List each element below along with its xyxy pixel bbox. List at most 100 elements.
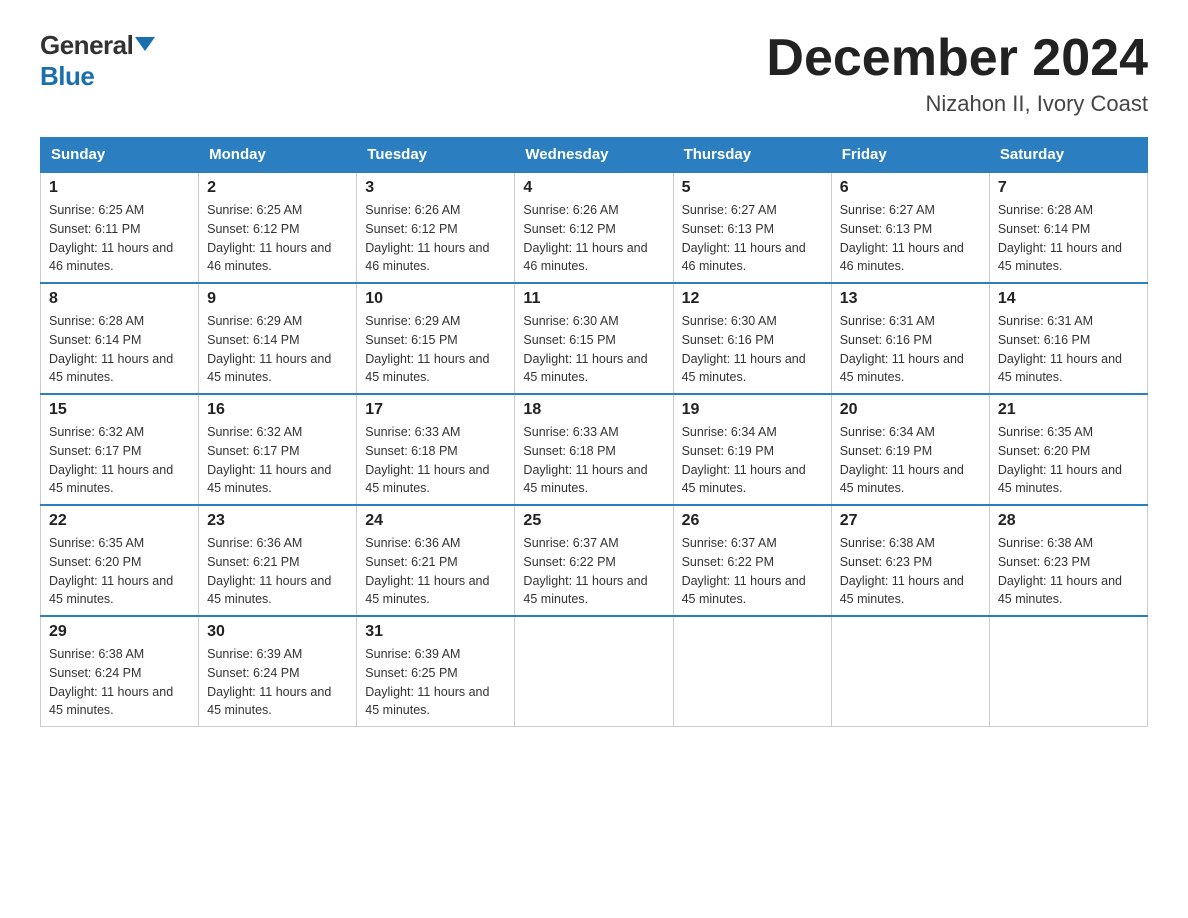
day-info: Sunrise: 6:27 AM Sunset: 6:13 PM Dayligh… [682,201,823,276]
table-row [673,616,831,727]
day-number: 11 [523,290,664,308]
col-tuesday: Tuesday [357,138,515,173]
table-row: 30 Sunrise: 6:39 AM Sunset: 6:24 PM Dayl… [199,616,357,727]
table-row: 31 Sunrise: 6:39 AM Sunset: 6:25 PM Dayl… [357,616,515,727]
day-number: 10 [365,290,506,308]
table-row: 21 Sunrise: 6:35 AM Sunset: 6:20 PM Dayl… [989,394,1147,505]
day-number: 5 [682,179,823,197]
day-number: 3 [365,179,506,197]
table-row [515,616,673,727]
day-info: Sunrise: 6:35 AM Sunset: 6:20 PM Dayligh… [998,423,1139,498]
day-info: Sunrise: 6:35 AM Sunset: 6:20 PM Dayligh… [49,534,190,609]
day-info: Sunrise: 6:25 AM Sunset: 6:12 PM Dayligh… [207,201,348,276]
logo-blue-text: Blue [40,61,94,92]
col-thursday: Thursday [673,138,831,173]
logo-triangle-icon [135,37,155,51]
col-saturday: Saturday [989,138,1147,173]
day-info: Sunrise: 6:36 AM Sunset: 6:21 PM Dayligh… [207,534,348,609]
table-row: 23 Sunrise: 6:36 AM Sunset: 6:21 PM Dayl… [199,505,357,616]
table-row: 5 Sunrise: 6:27 AM Sunset: 6:13 PM Dayli… [673,172,831,283]
day-info: Sunrise: 6:34 AM Sunset: 6:19 PM Dayligh… [840,423,981,498]
table-row: 4 Sunrise: 6:26 AM Sunset: 6:12 PM Dayli… [515,172,673,283]
day-info: Sunrise: 6:39 AM Sunset: 6:25 PM Dayligh… [365,645,506,720]
table-row: 17 Sunrise: 6:33 AM Sunset: 6:18 PM Dayl… [357,394,515,505]
table-row: 12 Sunrise: 6:30 AM Sunset: 6:16 PM Dayl… [673,283,831,394]
day-info: Sunrise: 6:32 AM Sunset: 6:17 PM Dayligh… [207,423,348,498]
col-wednesday: Wednesday [515,138,673,173]
table-row: 19 Sunrise: 6:34 AM Sunset: 6:19 PM Dayl… [673,394,831,505]
day-info: Sunrise: 6:33 AM Sunset: 6:18 PM Dayligh… [523,423,664,498]
col-monday: Monday [199,138,357,173]
day-number: 17 [365,401,506,419]
day-info: Sunrise: 6:31 AM Sunset: 6:16 PM Dayligh… [840,312,981,387]
day-info: Sunrise: 6:38 AM Sunset: 6:24 PM Dayligh… [49,645,190,720]
day-info: Sunrise: 6:38 AM Sunset: 6:23 PM Dayligh… [998,534,1139,609]
calendar-header-row: Sunday Monday Tuesday Wednesday Thursday… [41,138,1148,173]
table-row: 16 Sunrise: 6:32 AM Sunset: 6:17 PM Dayl… [199,394,357,505]
day-number: 14 [998,290,1139,308]
day-number: 9 [207,290,348,308]
day-number: 26 [682,512,823,530]
day-info: Sunrise: 6:27 AM Sunset: 6:13 PM Dayligh… [840,201,981,276]
day-number: 19 [682,401,823,419]
calendar-week-row: 1 Sunrise: 6:25 AM Sunset: 6:11 PM Dayli… [41,172,1148,283]
day-number: 13 [840,290,981,308]
day-info: Sunrise: 6:32 AM Sunset: 6:17 PM Dayligh… [49,423,190,498]
page-title: December 2024 [766,30,1148,87]
day-number: 27 [840,512,981,530]
day-number: 2 [207,179,348,197]
table-row: 15 Sunrise: 6:32 AM Sunset: 6:17 PM Dayl… [41,394,199,505]
table-row: 14 Sunrise: 6:31 AM Sunset: 6:16 PM Dayl… [989,283,1147,394]
day-number: 30 [207,623,348,641]
calendar-week-row: 29 Sunrise: 6:38 AM Sunset: 6:24 PM Dayl… [41,616,1148,727]
table-row: 24 Sunrise: 6:36 AM Sunset: 6:21 PM Dayl… [357,505,515,616]
table-row: 29 Sunrise: 6:38 AM Sunset: 6:24 PM Dayl… [41,616,199,727]
table-row: 20 Sunrise: 6:34 AM Sunset: 6:19 PM Dayl… [831,394,989,505]
table-row: 13 Sunrise: 6:31 AM Sunset: 6:16 PM Dayl… [831,283,989,394]
day-info: Sunrise: 6:29 AM Sunset: 6:14 PM Dayligh… [207,312,348,387]
table-row: 10 Sunrise: 6:29 AM Sunset: 6:15 PM Dayl… [357,283,515,394]
table-row: 28 Sunrise: 6:38 AM Sunset: 6:23 PM Dayl… [989,505,1147,616]
table-row: 2 Sunrise: 6:25 AM Sunset: 6:12 PM Dayli… [199,172,357,283]
day-number: 12 [682,290,823,308]
table-row: 27 Sunrise: 6:38 AM Sunset: 6:23 PM Dayl… [831,505,989,616]
day-number: 18 [523,401,664,419]
table-row: 18 Sunrise: 6:33 AM Sunset: 6:18 PM Dayl… [515,394,673,505]
day-info: Sunrise: 6:30 AM Sunset: 6:15 PM Dayligh… [523,312,664,387]
table-row [989,616,1147,727]
day-info: Sunrise: 6:37 AM Sunset: 6:22 PM Dayligh… [682,534,823,609]
day-info: Sunrise: 6:30 AM Sunset: 6:16 PM Dayligh… [682,312,823,387]
calendar-week-row: 15 Sunrise: 6:32 AM Sunset: 6:17 PM Dayl… [41,394,1148,505]
table-row: 6 Sunrise: 6:27 AM Sunset: 6:13 PM Dayli… [831,172,989,283]
day-info: Sunrise: 6:37 AM Sunset: 6:22 PM Dayligh… [523,534,664,609]
logo: General Blue [40,30,155,92]
table-row: 7 Sunrise: 6:28 AM Sunset: 6:14 PM Dayli… [989,172,1147,283]
table-row: 3 Sunrise: 6:26 AM Sunset: 6:12 PM Dayli… [357,172,515,283]
day-info: Sunrise: 6:29 AM Sunset: 6:15 PM Dayligh… [365,312,506,387]
col-friday: Friday [831,138,989,173]
page-header: General Blue December 2024 Nizahon II, I… [40,30,1148,117]
day-number: 31 [365,623,506,641]
day-info: Sunrise: 6:39 AM Sunset: 6:24 PM Dayligh… [207,645,348,720]
table-row: 9 Sunrise: 6:29 AM Sunset: 6:14 PM Dayli… [199,283,357,394]
day-number: 29 [49,623,190,641]
table-row [831,616,989,727]
day-info: Sunrise: 6:28 AM Sunset: 6:14 PM Dayligh… [998,201,1139,276]
col-sunday: Sunday [41,138,199,173]
page-subtitle: Nizahon II, Ivory Coast [766,91,1148,117]
day-info: Sunrise: 6:38 AM Sunset: 6:23 PM Dayligh… [840,534,981,609]
day-info: Sunrise: 6:26 AM Sunset: 6:12 PM Dayligh… [365,201,506,276]
day-number: 24 [365,512,506,530]
day-number: 23 [207,512,348,530]
day-info: Sunrise: 6:33 AM Sunset: 6:18 PM Dayligh… [365,423,506,498]
day-number: 8 [49,290,190,308]
day-number: 7 [998,179,1139,197]
calendar-table: Sunday Monday Tuesday Wednesday Thursday… [40,137,1148,727]
table-row: 22 Sunrise: 6:35 AM Sunset: 6:20 PM Dayl… [41,505,199,616]
day-info: Sunrise: 6:25 AM Sunset: 6:11 PM Dayligh… [49,201,190,276]
day-number: 4 [523,179,664,197]
day-info: Sunrise: 6:26 AM Sunset: 6:12 PM Dayligh… [523,201,664,276]
day-number: 15 [49,401,190,419]
table-row: 8 Sunrise: 6:28 AM Sunset: 6:14 PM Dayli… [41,283,199,394]
table-row: 1 Sunrise: 6:25 AM Sunset: 6:11 PM Dayli… [41,172,199,283]
